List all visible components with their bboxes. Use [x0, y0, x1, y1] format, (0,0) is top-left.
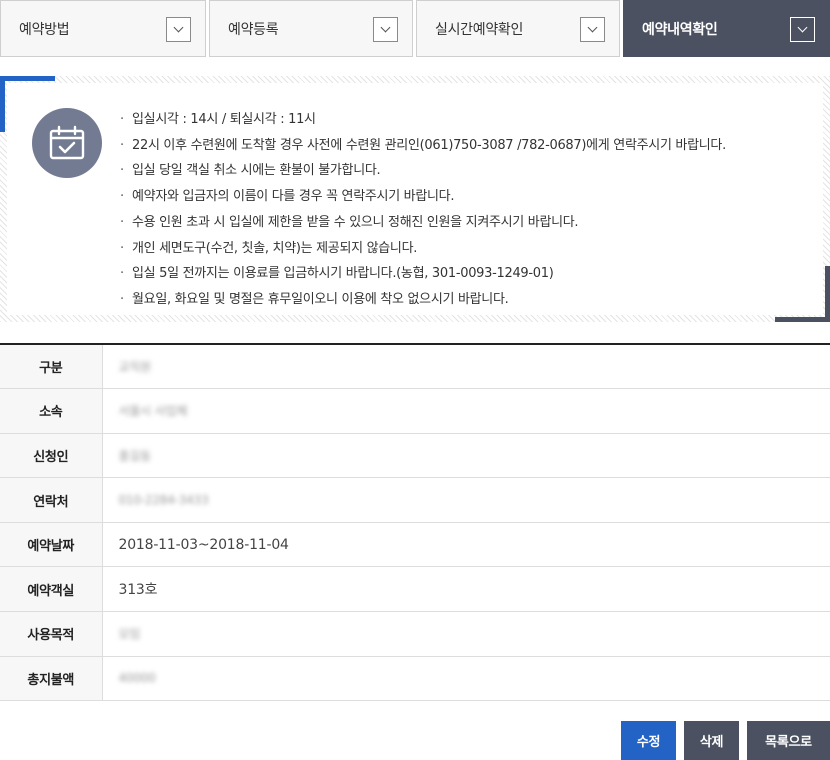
row-value: 교직원: [102, 344, 830, 390]
tab-label: 실시간예약확인: [435, 21, 524, 38]
row-label: 총지불액: [0, 656, 103, 702]
table-row: 예약객실 313호: [0, 566, 830, 613]
row-value: 2018-11-03~2018-11-04: [102, 522, 830, 568]
blurred-value: 홍길동: [118, 448, 152, 463]
corner-accent: [0, 76, 5, 132]
tab-label: 예약등록: [228, 21, 279, 38]
calendar-check-icon: [32, 108, 102, 178]
notice-item: 입실 5일 전까지는 이용료를 입금하시기 바랍니다.(농협, 301-0093…: [120, 261, 726, 287]
chevron-down-icon[interactable]: [166, 17, 191, 42]
row-label: 사용목적: [0, 611, 103, 657]
table-row: 사용목적 모임: [0, 611, 830, 657]
row-value: 홍길동: [102, 433, 830, 479]
notice-item: 개인 세면도구(수건, 칫솔, 치약)는 제공되지 않습니다.: [120, 236, 726, 262]
blurred-value: 교직원: [118, 360, 152, 375]
action-buttons: 수정 삭제 목록으로: [621, 721, 830, 760]
table-row: 신청인 홍길동: [0, 433, 830, 479]
tab-reservation-method[interactable]: 예약방법: [0, 0, 206, 57]
blurred-value: 010-2284-3433: [118, 493, 209, 508]
tab-realtime-check[interactable]: 실시간예약확인: [416, 0, 620, 57]
row-value: 313호: [102, 566, 830, 613]
row-value: 서울시 사업체: [102, 388, 830, 434]
reservation-info-table: 구분 교직원 소속 서울시 사업체 신청인 홍길동 연락처 010-2284-3…: [0, 343, 830, 702]
notice-item: 월요일, 화요일 및 명절은 휴무일이오니 이용에 착오 없으시기 바랍니다.: [120, 287, 726, 313]
chevron-down-icon[interactable]: [373, 17, 398, 42]
row-label: 구분: [0, 344, 103, 390]
row-label: 예약객실: [0, 566, 103, 613]
blurred-value: 서울시 사업체: [118, 404, 188, 419]
row-value: 40000: [102, 656, 830, 702]
notice-content: 입실시각 : 14시 / 퇴실시각 : 11시 22시 이후 수련원에 도착할 …: [7, 83, 823, 315]
blurred-value: 모임: [118, 627, 141, 642]
chevron-down-icon[interactable]: [790, 17, 815, 42]
table-row: 총지불액 40000: [0, 656, 830, 702]
edit-button[interactable]: 수정: [621, 721, 676, 760]
list-button[interactable]: 목록으로: [747, 721, 830, 760]
notice-item: 입실 당일 객실 취소 시에는 환불이 불가합니다.: [120, 158, 726, 184]
notice-item: 입실시각 : 14시 / 퇴실시각 : 11시: [120, 107, 726, 133]
row-label: 연락처: [0, 477, 103, 523]
table-row: 구분 교직원: [0, 344, 830, 390]
row-label: 소속: [0, 388, 103, 434]
reservation-tabs: 예약방법 예약등록 실시간예약확인 예약내역확인: [0, 0, 830, 57]
tab-label: 예약내역확인: [642, 21, 718, 38]
notice-item: 예약자와 입금자의 이름이 다를 경우 꼭 연락주시기 바랍니다.: [120, 184, 726, 210]
corner-accent: [825, 266, 830, 322]
table-row: 예약날짜 2018-11-03~2018-11-04: [0, 522, 830, 568]
table-row: 소속 서울시 사업체: [0, 388, 830, 434]
row-value: 010-2284-3433: [102, 477, 830, 523]
notice-box: 입실시각 : 14시 / 퇴실시각 : 11시 22시 이후 수련원에 도착할 …: [0, 76, 830, 322]
row-label: 신청인: [0, 433, 103, 479]
row-label: 예약날짜: [0, 522, 103, 568]
delete-button[interactable]: 삭제: [684, 721, 739, 760]
tab-reservation-register[interactable]: 예약등록: [209, 0, 413, 57]
notice-item: 수용 인원 초과 시 입실에 제한을 받을 수 있으니 정해진 인원을 지켜주시…: [120, 210, 726, 236]
tab-reservation-history[interactable]: 예약내역확인: [623, 0, 830, 57]
notice-item: 22시 이후 수련원에 도착할 경우 사전에 수련원 관리인(061)750-3…: [120, 133, 726, 159]
tab-label: 예약방법: [19, 21, 70, 38]
table-row: 연락처 010-2284-3433: [0, 477, 830, 523]
notice-list: 입실시각 : 14시 / 퇴실시각 : 11시 22시 이후 수련원에 도착할 …: [120, 107, 726, 313]
blurred-value: 40000: [118, 671, 156, 686]
corner-accent: [0, 76, 55, 81]
corner-accent: [775, 317, 830, 322]
row-value: 모임: [102, 611, 830, 657]
chevron-down-icon[interactable]: [580, 17, 605, 42]
